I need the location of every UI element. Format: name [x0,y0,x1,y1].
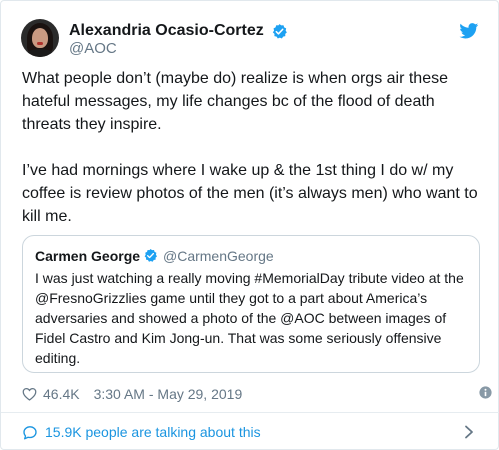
speech-bubble-icon [23,425,37,440]
quoted-author-handle: @CarmenGeorge [163,248,274,264]
author-handle[interactable]: @AOC [69,40,117,58]
conversation-label: 15.9K people are talking about this [45,424,261,440]
tweet-paragraph: What people don’t (maybe do) realize is … [22,70,448,133]
tweet-text: What people don’t (maybe do) realize is … [22,67,484,228]
avatar-face [32,28,48,48]
verified-badge-icon [144,248,157,262]
like-count[interactable]: 46.4K [43,386,80,402]
tweet-meta: 46.4K 3:30 AM - May 29, 2019 [22,385,242,403]
author-name[interactable]: Alexandria Ocasio-Cortez [69,21,264,41]
quoted-tweet-text: I was just watching a really moving #Mem… [35,270,464,366]
tweet-card: Alexandria Ocasio-Cortez @AOC What peopl… [0,0,499,450]
avatar-lips [37,42,43,45]
avatar[interactable] [21,19,59,57]
info-icon[interactable] [479,386,492,399]
timestamp[interactable]: 3:30 AM - May 29, 2019 [94,386,243,402]
divider [1,412,499,413]
twitter-bird-icon[interactable] [459,23,479,39]
heart-icon[interactable] [22,387,37,401]
avatar-shoulders [25,49,55,57]
verified-badge-icon [272,24,287,39]
quoted-tweet[interactable]: Carmen George @CarmenGeorge I was just w… [22,235,480,373]
conversation-link[interactable]: 15.9K people are talking about this [22,423,261,441]
quoted-author-name: Carmen George [35,248,141,264]
chevron-right-icon[interactable] [464,425,474,439]
tweet-paragraph: I’ve had mornings where I wake up & the … [22,162,478,225]
